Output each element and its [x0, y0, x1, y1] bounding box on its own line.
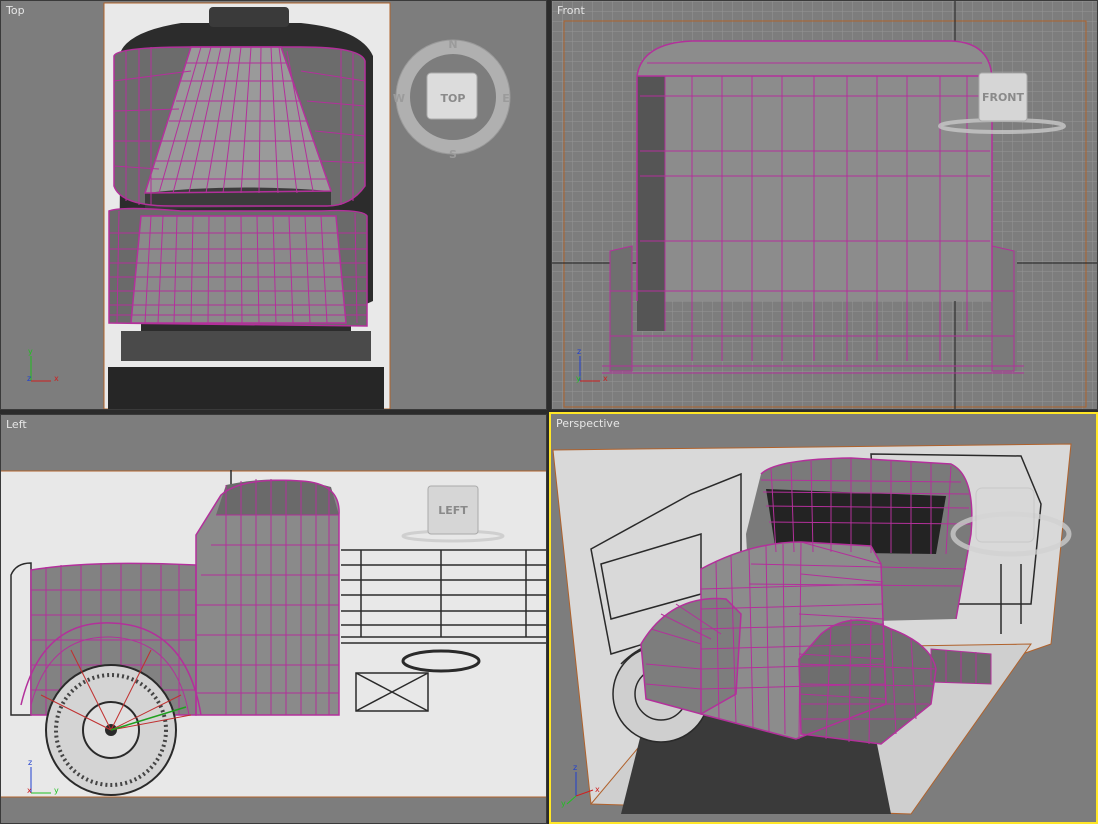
viewport-label-left[interactable]: Left [6, 418, 27, 431]
axis-label-origin-left: x [27, 786, 32, 795]
axis-label-origin-perspective: y [561, 799, 566, 808]
compass-north: N [448, 38, 457, 51]
viewport-front[interactable]: Front FRONT z x y [551, 0, 1098, 410]
viewcube-label-left[interactable]: LEFT [438, 504, 468, 517]
axis-label-origin-top: z [27, 374, 31, 383]
viewport-label-perspective[interactable]: Perspective [556, 417, 620, 430]
viewport-perspective[interactable]: Perspective z x y [549, 412, 1098, 824]
viewcube-label-top[interactable]: TOP [441, 92, 466, 105]
axis-label-vertical-top: y [28, 347, 33, 356]
viewport-label-front[interactable]: Front [557, 4, 585, 17]
axis-tripod-top: y x z [27, 347, 59, 383]
compass-west: W [393, 92, 405, 105]
axis-label-horizontal-front: x [603, 374, 608, 383]
top-view-scene[interactable]: TOP N S E W y x z [1, 1, 547, 410]
axis-label-horizontal-perspective: x [595, 785, 600, 794]
axis-label-vertical-perspective: z [573, 763, 577, 772]
left-view-scene[interactable]: LEFT z y x [1, 415, 547, 824]
compass-east: E [502, 92, 510, 105]
top-viewcube[interactable]: TOP N S E W [393, 38, 511, 161]
axis-label-vertical-front: z [577, 347, 581, 356]
axis-label-horizontal-left: y [54, 786, 59, 795]
perspective-view-scene[interactable]: z x y [551, 414, 1096, 822]
axis-label-horizontal-top: x [54, 374, 59, 383]
axis-label-origin-front: y [576, 374, 581, 383]
axis-label-vertical-left: z [28, 758, 32, 767]
viewport-label-top[interactable]: Top [6, 4, 25, 17]
viewport-left[interactable]: Left LEFT z y x [0, 414, 547, 824]
viewport-top[interactable]: Top TOP N S E W y x z [0, 0, 547, 410]
viewcube-label-front[interactable]: FRONT [982, 91, 1025, 104]
compass-south: S [449, 148, 457, 161]
front-view-scene[interactable]: FRONT z x y [552, 1, 1098, 410]
